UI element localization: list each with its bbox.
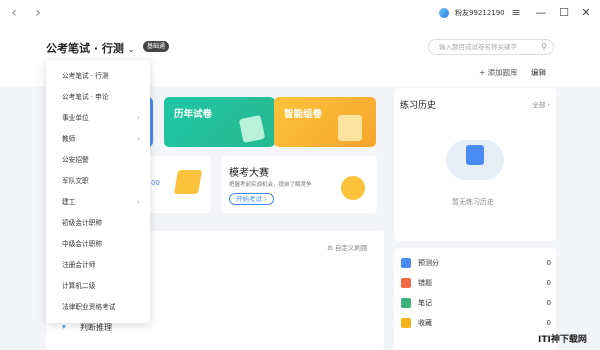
- stat-value: 0: [546, 279, 551, 287]
- username[interactable]: 粉友99212190: [455, 8, 505, 18]
- history-papers-title: 历年试卷: [174, 109, 213, 120]
- chevron-right-icon: ›: [137, 198, 140, 206]
- chevron-right-icon: ›: [137, 114, 140, 122]
- star-icon: [401, 318, 411, 328]
- flag-icon: [173, 170, 203, 194]
- edit-button[interactable]: 编辑: [531, 67, 546, 78]
- stat-value: 0: [546, 299, 551, 307]
- custom-brush-link[interactable]: ⚙ 自定义刷题: [327, 242, 367, 252]
- menu-item-label: 初级会计职称: [62, 219, 103, 227]
- minimize-button[interactable]: —: [533, 5, 549, 21]
- menu-item-label: 法律职业资格考试: [62, 303, 116, 311]
- stat-value: 0: [546, 319, 551, 327]
- practice-history-panel: 练习历史 全部 › 暂无练习历史: [394, 88, 556, 241]
- avatar[interactable]: [439, 8, 449, 18]
- menu-item[interactable]: 法律职业资格考试: [46, 297, 150, 318]
- exam-paper-icon: [238, 114, 266, 144]
- note-icon: [401, 298, 411, 308]
- menu-item[interactable]: 注册会计师: [46, 255, 150, 276]
- close-button[interactable]: ✕: [578, 5, 594, 21]
- chevron-right-icon: ›: [137, 135, 140, 143]
- trophy-icon: [341, 176, 365, 200]
- menu-item[interactable]: 教师 ›: [46, 129, 150, 150]
- maximize-button[interactable]: ☐: [556, 5, 572, 21]
- settings-icon: ⚙: [327, 244, 333, 252]
- start-exam-button[interactable]: 开始考试 ›: [229, 193, 274, 205]
- menu-item-label: 注册会计师: [62, 261, 96, 269]
- back-button[interactable]: ‹: [6, 5, 22, 21]
- stat-value: 0: [546, 259, 551, 267]
- stat-label: 笔记: [418, 299, 432, 307]
- menu-item[interactable]: 事业单位 ›: [46, 108, 150, 129]
- subject-selector[interactable]: 公考笔试 · 行测 ⌄: [46, 40, 134, 56]
- wrong-icon: [401, 278, 411, 288]
- subject-label: 公考笔试 · 行测: [46, 42, 124, 55]
- search-icon[interactable]: ⚲: [541, 40, 547, 54]
- stat-notes[interactable]: 笔记 0: [401, 295, 551, 311]
- all-history-link[interactable]: 全部 ›: [532, 99, 550, 109]
- chart-icon: [401, 258, 411, 268]
- empty-history-text: 暂无练习历史: [452, 198, 494, 206]
- custom-brush-label: 自定义刷题: [334, 244, 368, 252]
- expand-icon[interactable]: ▾: [62, 322, 66, 331]
- paper-stack-icon: [338, 115, 362, 141]
- menu-item-label: 教师: [62, 135, 76, 143]
- menu-item-label: 计算机二级: [62, 282, 96, 290]
- smart-paper-title: 智能组卷: [284, 109, 323, 120]
- menu-item-label: 建工: [62, 198, 76, 206]
- contest-title: 模考大赛: [229, 168, 269, 179]
- mock-contest-card[interactable]: 模考大赛 把握考前实战机会，提前了解竞争 开始考试 ›: [221, 156, 377, 213]
- stat-predicted-score[interactable]: 预测分 0: [401, 255, 551, 271]
- smart-paper-card[interactable]: 智能组卷: [274, 97, 376, 147]
- menu-item[interactable]: 公考笔试 · 申论: [46, 87, 150, 108]
- chevron-down-icon: ⌄: [127, 45, 135, 54]
- add-bank-button[interactable]: + 添加题库: [479, 67, 518, 78]
- menu-item-label: 军队文职: [62, 177, 89, 185]
- subject-dropdown-menu: 公考笔试 · 行测 公考笔试 · 申论 事业单位 › 教师 › 公安招警 军队文职 …: [46, 60, 150, 323]
- practice-history-title: 练习历史: [400, 101, 437, 111]
- stat-wrong-questions[interactable]: 错题 0: [401, 275, 551, 291]
- stat-label: 预测分: [418, 259, 439, 267]
- menu-icon[interactable]: ≡: [508, 5, 524, 21]
- history-papers-card[interactable]: 历年试卷: [164, 97, 275, 147]
- calendar-icon: [466, 145, 484, 165]
- contest-time: 00: [151, 179, 160, 187]
- menu-item[interactable]: 建工 ›: [46, 192, 150, 213]
- search-placeholder: 输入题目或试卷名称关键字: [439, 43, 517, 51]
- forward-button[interactable]: ›: [30, 5, 46, 21]
- menu-item[interactable]: 计算机二级: [46, 276, 150, 297]
- menu-item[interactable]: 军队文职: [46, 171, 150, 192]
- menu-item-label: 中级会计职称: [62, 240, 103, 248]
- menu-item[interactable]: 公安招警: [46, 150, 150, 171]
- contest-desc: 把握考前实战机会，提前了解竞争: [229, 182, 312, 188]
- stat-label: 错题: [418, 279, 432, 287]
- menu-item[interactable]: 初级会计职称: [46, 213, 150, 234]
- menu-item-label: 公考笔试 · 行测: [62, 72, 109, 80]
- menu-item[interactable]: 公考笔试 · 行测: [46, 66, 150, 87]
- membership-badge[interactable]: 基础通: [143, 41, 170, 52]
- menu-item-label: 公考笔试 · 申论: [62, 93, 109, 101]
- stat-label: 收藏: [418, 319, 432, 327]
- menu-item-label: 公安招警: [62, 156, 89, 164]
- menu-item[interactable]: 中级会计职称: [46, 234, 150, 255]
- judgment-reasoning-item[interactable]: 判断推理: [80, 322, 112, 333]
- watermark: ITI神下载网: [538, 335, 587, 345]
- stat-favorites[interactable]: 收藏 0: [401, 315, 551, 331]
- search-input[interactable]: 输入题目或试卷名称关键字 ⚲: [428, 39, 554, 55]
- menu-item-label: 事业单位: [62, 114, 89, 122]
